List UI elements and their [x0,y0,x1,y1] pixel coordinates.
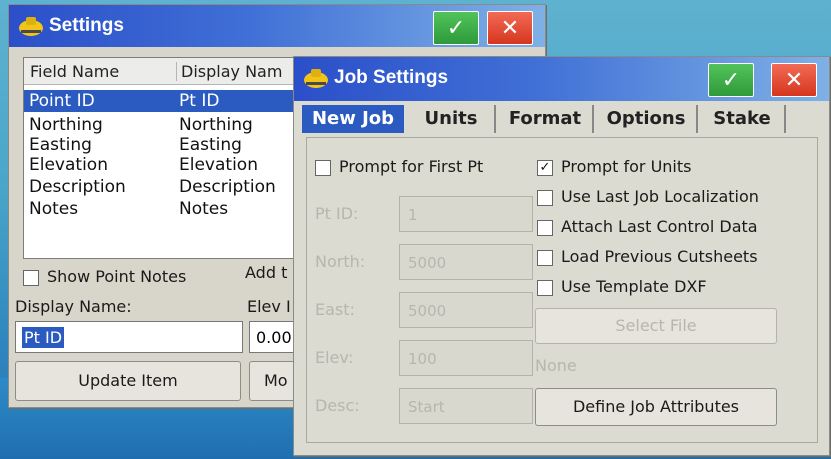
show-point-notes-checkbox[interactable] [23,270,39,286]
column-header-display-name[interactable]: Display Nam [176,62,282,81]
north-label: North: [315,252,366,271]
display-name-input[interactable]: Pt ID [15,321,243,353]
north-input[interactable]: 5000 [399,244,533,280]
display-name-cell: Notes [179,199,229,219]
define-job-attributes-button[interactable]: Define Job Attributes [535,388,777,426]
field-name-cell: Northing [29,115,103,135]
use-template-dxf-label: Use Template DXF [561,277,707,296]
field-list[interactable]: Field Name Display Nam Point ID Pt ID Nor… [23,57,325,259]
desc-value: Start [408,398,445,416]
east-value: 5000 [408,302,447,320]
list-item[interactable]: Easting Easting [24,134,324,156]
close-button[interactable]: ✕ [771,63,817,97]
field-name-cell: Description [29,177,126,197]
field-name-cell: Notes [29,199,79,219]
tab-options[interactable]: Options [596,105,698,133]
prompt-units-label: Prompt for Units [561,157,692,176]
settings-titlebar: Settings ✓ ✕ [9,5,545,47]
select-file-button[interactable]: Select File [535,308,777,344]
display-name-label: Display Name: [15,297,132,316]
list-item[interactable]: Point ID Pt ID [24,90,324,112]
east-label: East: [315,300,355,319]
selected-file-text: None [535,356,577,375]
app-logo-icon [19,17,43,36]
prompt-first-pt-label: Prompt for First Pt [339,157,484,176]
pt-id-value: 1 [408,206,418,224]
field-name-cell: Elevation [29,155,108,175]
load-previous-cutsheets-checkbox[interactable] [537,250,553,266]
display-name-cell: Easting [179,135,242,155]
check-icon: ✓ [446,15,466,41]
ok-button[interactable]: ✓ [708,63,754,97]
elev-value: 100 [408,350,437,368]
display-name-cell: Northing [179,115,253,135]
tab-stake[interactable]: Stake [700,105,786,133]
prompt-units-checkbox[interactable]: ✓ [537,160,553,176]
display-name-value: Pt ID [22,327,65,348]
display-name-cell: Elevation [179,155,258,175]
column-header-field-name[interactable]: Field Name [30,62,119,81]
job-settings-window: Job Settings ✓ ✕ New Job Units Format Op… [293,56,830,456]
close-icon: ✕ [500,15,520,41]
use-last-job-localization-checkbox[interactable] [537,190,553,206]
list-item[interactable]: Description Description [24,176,324,198]
list-item[interactable]: Elevation Elevation [24,154,324,176]
attach-last-control-label: Attach Last Control Data [561,217,758,236]
desc-label: Desc: [315,396,360,415]
list-item[interactable]: Notes Notes [24,198,324,220]
east-input[interactable]: 5000 [399,292,533,328]
pt-id-label: Pt ID: [315,204,359,223]
settings-title: Settings [49,15,124,36]
elev-input[interactable]: 100 [399,340,533,376]
new-job-panel: Prompt for First Pt Pt ID: 1 North: 5000… [306,137,818,443]
list-header: Field Name Display Nam [24,58,324,85]
display-name-cell: Description [179,177,276,197]
update-item-button[interactable]: Update Item [15,361,241,401]
north-value: 5000 [408,254,447,272]
elev-label: Elev I [247,297,291,316]
close-icon: ✕ [784,67,804,93]
add-label: Add t [245,263,288,282]
job-settings-title: Job Settings [334,67,449,88]
pt-id-input[interactable]: 1 [399,196,533,232]
load-previous-cutsheets-label: Load Previous Cutsheets [561,247,758,266]
tab-new-job[interactable]: New Job [302,105,404,133]
tab-units[interactable]: Units [408,105,496,133]
show-point-notes-label: Show Point Notes [47,267,187,286]
use-last-job-localization-label: Use Last Job Localization [561,187,759,206]
field-name-cell: Point ID [29,91,95,111]
use-template-dxf-checkbox[interactable] [537,280,553,296]
desc-input[interactable]: Start [399,388,533,424]
prompt-first-pt-checkbox[interactable] [315,160,331,176]
app-logo-icon [304,69,328,88]
job-settings-titlebar: Job Settings ✓ ✕ [294,57,829,101]
attach-last-control-checkbox[interactable] [537,220,553,236]
elev-label: Elev: [315,348,354,367]
elev-value: 0.00 [256,328,292,347]
check-icon: ✓ [721,67,741,93]
field-name-cell: Easting [29,135,92,155]
list-item[interactable]: Northing Northing [24,114,324,136]
display-name-cell: Pt ID [179,91,220,111]
ok-button[interactable]: ✓ [433,11,479,45]
tab-format[interactable]: Format [498,105,594,133]
close-button[interactable]: ✕ [487,11,533,45]
